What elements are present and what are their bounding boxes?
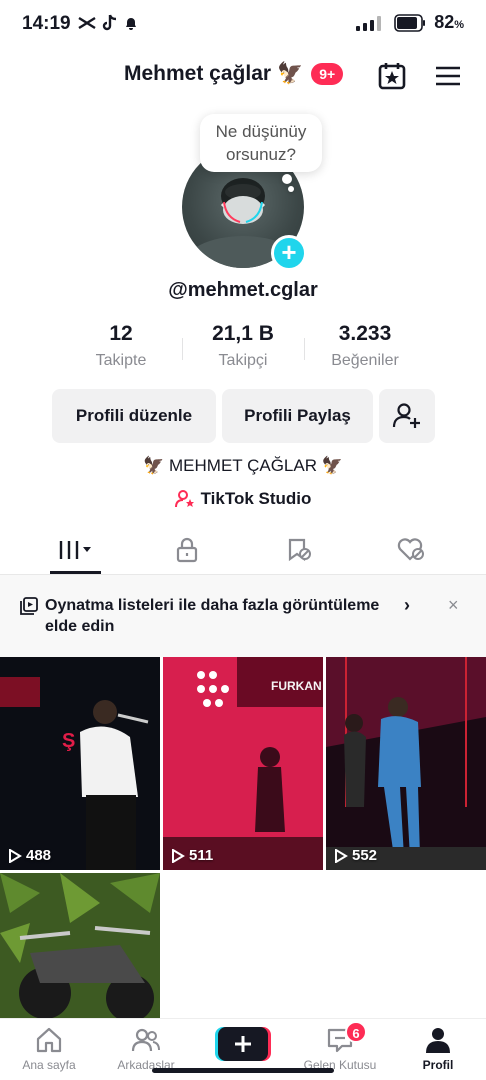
video-image: FURKAN — [163, 657, 323, 870]
battery-unit: % — [454, 19, 464, 31]
video-image: Ş ! — [0, 657, 160, 870]
playlist-promo-banner[interactable]: Oynatma listeleri ile daha fazla görüntü… — [0, 575, 486, 657]
bubble-dot — [288, 186, 294, 192]
add-story-button[interactable]: + — [271, 235, 307, 271]
share-profile-button[interactable]: Profili Paylaş — [222, 389, 373, 443]
nav-profile[interactable]: Profil — [393, 1025, 483, 1072]
signal-icon — [356, 15, 382, 31]
video-thumbnail[interactable]: FURKAN 511 — [163, 657, 323, 870]
add-friends-button[interactable] — [379, 389, 435, 443]
stat-value: 21,1 B — [212, 322, 274, 345]
profile-header: Mehmet çağlar 🦅 9+ — [0, 58, 486, 94]
tiktok-small-icon — [102, 14, 117, 31]
home-icon — [36, 1027, 62, 1053]
plus-icon — [215, 1027, 271, 1061]
friends-icon — [131, 1028, 160, 1052]
view-count: 511 — [171, 847, 213, 864]
eagle-emoji: 🦅 — [277, 62, 304, 85]
username: @mehmet.cglar — [168, 279, 318, 301]
stat-likes[interactable]: 3.233 Beğeniler — [304, 322, 426, 378]
video-thumbnail[interactable] — [0, 873, 160, 1018]
view-count-value: 488 — [26, 847, 52, 864]
profile-icon — [426, 1028, 450, 1053]
status-bar: 14:19 82% — [0, 0, 486, 50]
bubble-dot — [282, 174, 292, 184]
create-button[interactable] — [215, 1027, 271, 1061]
stat-label: Takipte — [95, 352, 147, 369]
tab-private[interactable] — [137, 526, 237, 574]
profile-stats: 12 Takipte 21,1 B Takipçi 3.233 Beğenile… — [60, 322, 426, 378]
stat-divider — [182, 338, 183, 360]
view-count-value: 511 — [189, 847, 214, 864]
calendar-star-icon[interactable] — [376, 60, 408, 92]
play-icon — [335, 848, 348, 863]
stat-following[interactable]: 12 Takipte — [60, 322, 182, 378]
nav-friends[interactable]: Arkadaşlar — [101, 1025, 191, 1072]
video-thumbnail[interactable]: 552 — [326, 657, 486, 870]
nav-home-label: Ana sayfa — [22, 1058, 76, 1072]
stat-label: Takipçi — [218, 352, 268, 369]
menu-icon[interactable] — [432, 60, 464, 92]
lock-icon — [176, 537, 198, 563]
videos-grid-icon — [59, 541, 91, 559]
inbox-badge: 6 — [345, 1021, 367, 1043]
profile-display-name: Mehmet çağlar — [124, 62, 272, 85]
stat-value: 3.233 — [338, 322, 392, 345]
view-count: 552 — [334, 847, 377, 864]
stat-value: 12 — [109, 322, 133, 345]
svg-text:FURKAN: FURKAN — [271, 679, 322, 693]
nav-home[interactable]: Ana sayfa — [4, 1025, 94, 1072]
capcut-icon — [78, 16, 96, 30]
status-time: 14:19 — [22, 13, 71, 34]
tiktok-studio-link[interactable]: TikTok Studio — [0, 489, 486, 509]
notification-badge: 9+ — [311, 63, 344, 85]
promo-text: Oynatma listeleri ile daha fazla görüntü… — [45, 597, 380, 635]
tab-videos[interactable] — [25, 526, 125, 574]
home-indicator — [152, 1068, 334, 1073]
video-image — [0, 873, 160, 1018]
heart-hidden-icon — [397, 538, 424, 561]
stat-label: Beğeniler — [331, 352, 399, 369]
nav-profile-label: Profil — [422, 1058, 454, 1072]
status-right-icons: 82% — [354, 12, 464, 33]
nav-inbox[interactable]: Gelen Kutusu — [295, 1025, 385, 1072]
svg-text:Ş: Ş — [62, 730, 75, 752]
battery-value: 82 — [434, 12, 455, 32]
account-switcher[interactable]: Mehmet çağlar 🦅 9+ — [124, 62, 344, 86]
view-count-value: 552 — [352, 847, 378, 864]
edit-profile-button[interactable]: Profili düzenle — [52, 389, 216, 443]
add-person-icon — [392, 403, 420, 428]
studio-label: TikTok Studio — [200, 489, 312, 508]
view-count: 488 — [8, 847, 51, 864]
play-icon — [9, 848, 22, 863]
video-image — [326, 657, 486, 870]
stat-followers[interactable]: 21,1 B Takipçi — [182, 322, 304, 378]
promo-chevron-icon[interactable]: › — [404, 595, 410, 616]
tab-saved[interactable] — [249, 526, 349, 574]
tab-liked[interactable] — [361, 526, 461, 574]
battery-icon — [394, 13, 426, 32]
playlist-icon — [20, 597, 38, 615]
profile-bio: 🦅 MEHMET ÇAĞLAR 🦅 — [143, 456, 343, 475]
bell-icon — [126, 18, 136, 30]
stat-divider — [304, 338, 305, 360]
video-thumbnail[interactable]: Ş ! 488 — [0, 657, 160, 870]
battery-level: 82% — [434, 12, 464, 33]
profile-tabs — [0, 526, 486, 574]
thoughts-bubble[interactable]: Ne düşünüy orsunuz? — [200, 114, 322, 172]
status-notification-icons — [78, 14, 138, 32]
play-icon — [172, 848, 185, 863]
studio-person-icon — [174, 490, 194, 508]
bookmark-hidden-icon — [288, 538, 311, 562]
promo-close-icon[interactable]: × — [448, 595, 459, 616]
